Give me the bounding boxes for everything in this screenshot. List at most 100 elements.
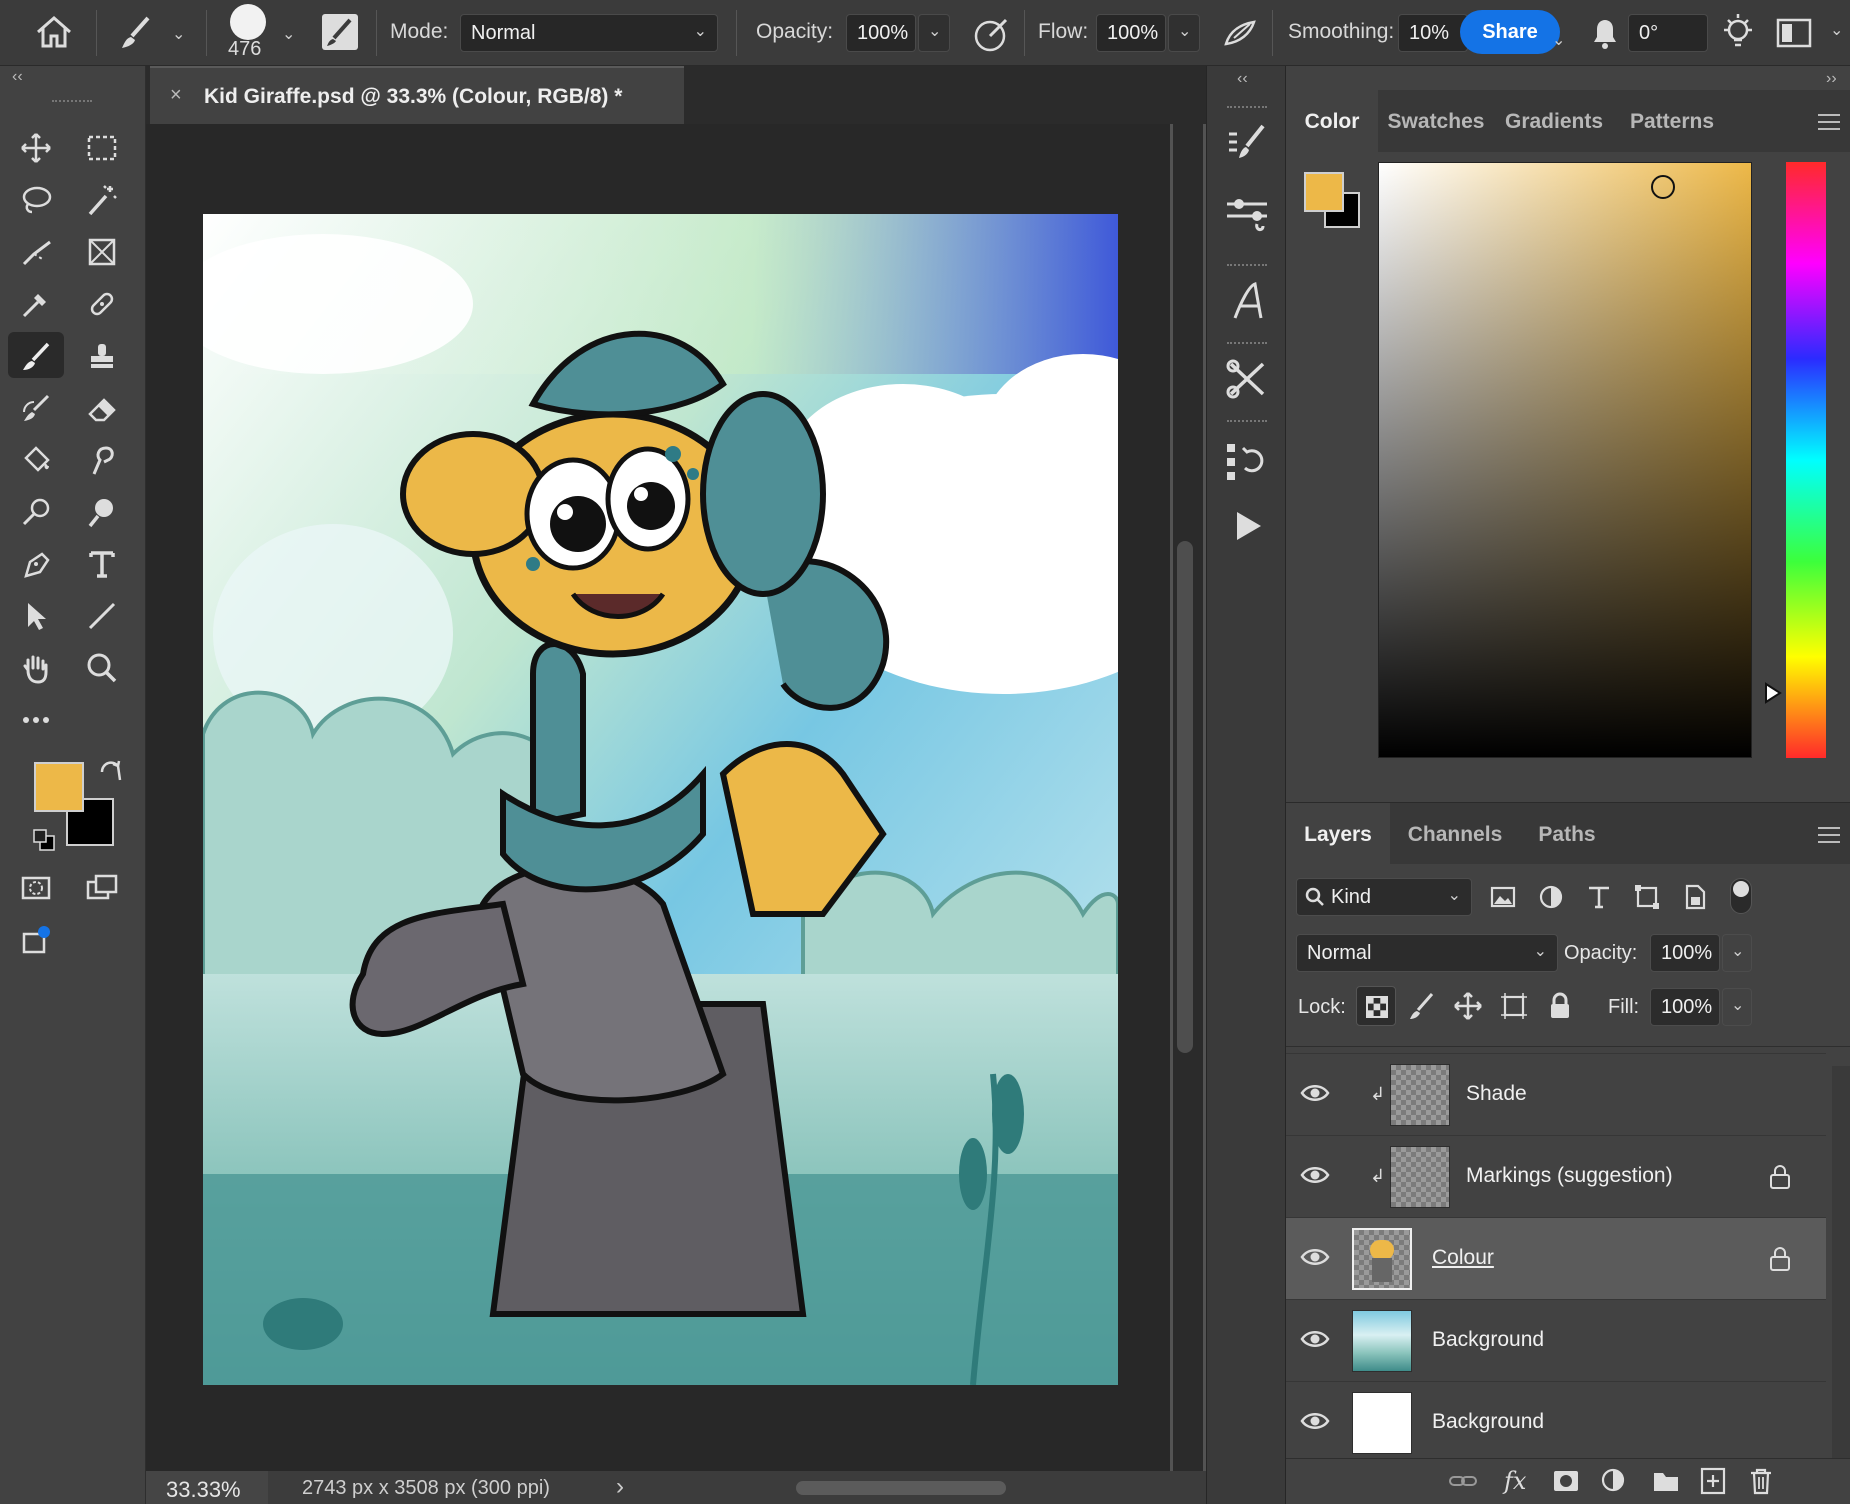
collapse-toolbar-icon[interactable]: ‹‹	[12, 68, 23, 86]
screen-mode-icon[interactable]	[74, 864, 130, 910]
vertical-scrollbar-thumb[interactable]	[1177, 541, 1193, 1053]
layer-row[interactable]: ↲ Shade	[1286, 1053, 1826, 1135]
hue-slider-handle-icon[interactable]	[1764, 682, 1782, 709]
tab-gradients[interactable]: Gradients	[1494, 90, 1614, 152]
layer-row[interactable]: Background	[1286, 1299, 1826, 1381]
eyedropper-tool-icon[interactable]	[8, 280, 64, 326]
canvas-area[interactable]	[146, 124, 1170, 1471]
pen-tool-icon[interactable]	[8, 540, 64, 586]
hand-tool-icon[interactable]	[8, 644, 64, 690]
mode-select[interactable]: Normal ⌄	[460, 14, 718, 52]
layer-blend-mode-select[interactable]: Normal ⌄	[1296, 934, 1558, 972]
smoothing-chevron-icon[interactable]: ⌄	[1552, 30, 1565, 50]
expand-panels-icon[interactable]: ››	[1826, 70, 1837, 88]
layers-scrollbar[interactable]	[1832, 1066, 1850, 1458]
object-selection-tool-icon[interactable]	[8, 228, 64, 274]
visibility-eye-icon[interactable]	[1300, 1246, 1330, 1273]
layer-row[interactable]: Background	[1286, 1381, 1826, 1463]
share-button[interactable]: Share	[1460, 10, 1560, 54]
tool-presets-icon[interactable]	[1207, 350, 1287, 410]
foreground-color-swatch[interactable]	[34, 762, 84, 812]
new-group-folder-icon[interactable]	[1652, 1469, 1680, 1498]
lock-artboard-icon[interactable]	[1498, 990, 1530, 1027]
pressure-opacity-icon[interactable]	[972, 14, 1012, 59]
glyphs-icon[interactable]	[1207, 272, 1287, 332]
smudge-tool-icon[interactable]	[74, 436, 130, 482]
filter-type-layers-icon[interactable]	[1586, 884, 1612, 915]
type-tool-icon[interactable]	[74, 540, 130, 586]
brush-size-chevron-icon[interactable]: ⌄	[282, 24, 295, 44]
swap-colors-icon[interactable]	[98, 758, 124, 789]
spot-healing-brush-tool-icon[interactable]	[74, 280, 130, 326]
airbrush-icon[interactable]	[1220, 14, 1260, 59]
visibility-eye-icon[interactable]	[1300, 1082, 1330, 1109]
workspace-layout-icon[interactable]	[1776, 18, 1812, 53]
angle-input[interactable]: 0°	[1628, 14, 1708, 52]
tab-channels[interactable]: Channels	[1390, 803, 1520, 865]
collapse-panels-icon[interactable]: ‹‹	[1237, 70, 1248, 88]
color-panel-menu-icon[interactable]	[1818, 114, 1840, 130]
filter-toggle-switch[interactable]	[1730, 878, 1752, 914]
lock-transparent-pixels-icon[interactable]	[1356, 986, 1396, 1026]
history-brush-tool-icon[interactable]	[8, 384, 64, 430]
lightbulb-icon[interactable]	[1720, 12, 1756, 57]
document-tab[interactable]: × Kid Giraffe.psd @ 33.3% (Colour, RGB/8…	[150, 66, 684, 124]
notifications-bell-icon[interactable]	[1588, 14, 1622, 57]
lock-image-pixels-icon[interactable]	[1406, 990, 1438, 1027]
frame-tool-icon[interactable]	[74, 228, 130, 274]
layers-panel-menu-icon[interactable]	[1818, 827, 1840, 843]
lock-all-icon[interactable]	[1544, 990, 1576, 1027]
more-tools-icon[interactable]	[8, 696, 64, 742]
tab-swatches[interactable]: Swatches	[1378, 90, 1494, 152]
tab-layers[interactable]: Layers	[1286, 803, 1390, 865]
brush-settings-panel-icon[interactable]	[322, 14, 358, 50]
dodge-tool-icon[interactable]	[8, 488, 64, 534]
flow-input[interactable]: 100%	[1096, 14, 1166, 52]
link-layers-icon[interactable]	[1448, 1469, 1478, 1498]
flow-dropdown[interactable]: ⌄	[1168, 14, 1200, 52]
status-info-arrow-icon[interactable]: ›	[616, 1473, 624, 1501]
layer-name[interactable]: Colour	[1432, 1246, 1494, 1270]
brush-tip-preview[interactable]	[230, 4, 266, 40]
new-layer-icon[interactable]	[1700, 1467, 1726, 1500]
filter-adjustment-layers-icon[interactable]	[1538, 884, 1564, 915]
history-icon[interactable]	[1207, 432, 1287, 492]
brush-preset-icon[interactable]	[118, 14, 158, 57]
layer-effects-fx-icon[interactable]: fx	[1504, 1467, 1526, 1495]
new-adjustment-layer-icon[interactable]	[1600, 1467, 1628, 1500]
filter-shape-layers-icon[interactable]	[1634, 884, 1660, 915]
smoothing-input[interactable]: 10%	[1398, 14, 1468, 52]
layer-opacity-input[interactable]: 100%	[1650, 934, 1720, 972]
layer-name[interactable]: Background	[1432, 1410, 1544, 1434]
filter-pixel-layers-icon[interactable]	[1490, 884, 1516, 915]
hue-slider[interactable]	[1786, 162, 1826, 758]
color-picker-cursor[interactable]	[1651, 175, 1675, 199]
visibility-eye-icon[interactable]	[1300, 1328, 1330, 1355]
horizontal-scrollbar-thumb[interactable]	[796, 1481, 1006, 1495]
color-picker-field[interactable]	[1378, 162, 1752, 758]
opacity-input[interactable]: 100%	[846, 14, 916, 52]
layer-name[interactable]: Background	[1432, 1328, 1544, 1352]
brush-settings-icon[interactable]	[1207, 114, 1287, 174]
path-selection-tool-icon[interactable]	[8, 592, 64, 638]
default-colors-icon[interactable]	[32, 828, 56, 857]
color-panel-foreground-swatch[interactable]	[1304, 172, 1344, 212]
layer-name[interactable]: Shade	[1466, 1082, 1527, 1106]
quick-mask-icon[interactable]	[8, 864, 64, 910]
home-icon[interactable]	[34, 14, 74, 55]
layer-filter-kind-select[interactable]: Kind ⌄	[1296, 878, 1472, 916]
tab-color[interactable]: Color	[1286, 90, 1378, 152]
rectangular-marquee-tool-icon[interactable]	[74, 124, 130, 170]
panel-grip[interactable]	[1227, 342, 1267, 347]
lock-position-icon[interactable]	[1452, 990, 1484, 1027]
visibility-eye-icon[interactable]	[1300, 1164, 1330, 1191]
delete-layer-trash-icon[interactable]	[1748, 1467, 1774, 1500]
layer-row-selected[interactable]: Colour	[1286, 1217, 1826, 1299]
toolbar-grip[interactable]	[52, 100, 92, 105]
layer-opacity-dropdown[interactable]: ⌄	[1722, 934, 1752, 972]
zoom-level-field[interactable]: 33.33%	[146, 1471, 268, 1504]
layer-row[interactable]: ↲ Markings (suggestion)	[1286, 1135, 1826, 1217]
magic-wand-tool-icon[interactable]	[74, 176, 130, 222]
opacity-dropdown[interactable]: ⌄	[918, 14, 950, 52]
brush-tool-icon[interactable]	[8, 332, 64, 378]
